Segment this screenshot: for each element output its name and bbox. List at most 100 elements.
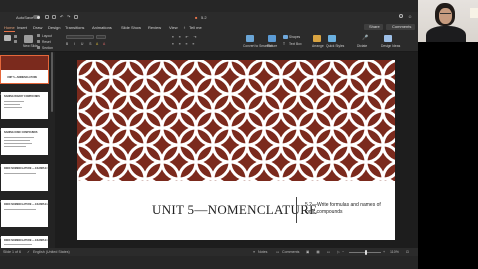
autosave-toggle[interactable] (33, 15, 40, 19)
search-icon[interactable] (399, 14, 403, 18)
comments-status-button[interactable]: Comments (282, 250, 299, 254)
microphone-icon[interactable]: 🎤 (362, 35, 368, 41)
save-icon[interactable] (52, 15, 56, 19)
tab-view[interactable]: View (169, 25, 178, 30)
video-panel-black (418, 42, 478, 269)
slide-title[interactable]: UNIT 5—NOMENCLATURE (152, 202, 317, 218)
thumb-text-line (4, 140, 30, 141)
picture-button[interactable]: Picture (267, 44, 277, 48)
thumb-title: NAMING IONIC COMPOUNDS (4, 131, 38, 134)
font-color-icon[interactable]: A (96, 42, 98, 46)
reset-button[interactable]: Reset (42, 40, 51, 44)
video-person-body (426, 26, 466, 42)
document-title: 5.2 (201, 15, 207, 20)
ribbon-tabs: Home Insert Draw Design Transitions Anim… (0, 23, 418, 32)
lightbulb-icon: ♀ (183, 25, 186, 30)
current-slide[interactable]: UNIT 5—NOMENCLATURE 5.2—Write formulas a… (77, 60, 395, 240)
slide-thumbnail-3[interactable]: NAMING IONIC COMPOUNDS (1, 128, 48, 155)
tell-me-search[interactable]: Tell me (189, 25, 202, 30)
file-icon: ■ (195, 15, 198, 20)
thumb-title: UNIT 5—NOMENCLATURE (7, 76, 38, 79)
thumb-text-line (4, 209, 36, 210)
zoom-out-icon[interactable]: − (342, 250, 344, 254)
font-name-field[interactable] (66, 35, 94, 39)
autosave-label: AutoSave (16, 15, 34, 20)
tab-animations[interactable]: Animations (92, 25, 112, 30)
fit-slide-icon[interactable]: ⊡ (406, 250, 409, 254)
thumbnail-scrollbar[interactable] (51, 52, 53, 112)
highlight-icon[interactable]: A (103, 42, 105, 46)
video-lamp (470, 8, 478, 18)
text-box-icon: T (283, 42, 286, 46)
design-ideas-button[interactable]: Design Ideas (381, 44, 400, 48)
thumb-title: IONIC NOMENCLATURE — EXAMPLE 3 (4, 239, 49, 242)
redo-icon[interactable]: ↷ (67, 14, 70, 19)
title-bar: AutoSave ↶ ↷ ■ 5.2 ☺ (0, 12, 418, 23)
tab-draw[interactable]: Draw (33, 25, 42, 30)
print-icon[interactable] (74, 15, 78, 19)
zoom-slider-handle[interactable] (365, 249, 367, 255)
section-button[interactable]: Section (42, 46, 53, 50)
new-slide-button[interactable]: New Slide (23, 44, 38, 48)
slide-subtitle[interactable]: 5.2—Write formulas and names of ionic co… (305, 202, 389, 215)
tab-design[interactable]: Design (48, 25, 60, 30)
slide-canvas: UNIT 5—NOMENCLATURE 5.2—Write formulas a… (55, 52, 418, 248)
slide-thumbnail-2[interactable]: NAMING BINARY COMPOUNDS (1, 92, 48, 119)
thumb-title: IONIC NOMENCLATURE — EXAMPLE 1 (4, 167, 49, 170)
notes-button[interactable]: Notes (258, 250, 267, 254)
slide-thumbnail-1[interactable]: UNIT 5—NOMENCLATURE (0, 55, 49, 84)
view-buttons[interactable]: ▣ ▦ ▭ ▷ (306, 250, 343, 254)
zoom-in-icon[interactable]: + (383, 250, 385, 254)
tab-review[interactable]: Review (148, 25, 161, 30)
tab-insert[interactable]: Insert (17, 25, 27, 30)
account-icon[interactable]: ☺ (408, 14, 412, 19)
arrange-icon[interactable] (313, 35, 321, 42)
new-slide-icon[interactable] (24, 35, 33, 43)
smartart-icon[interactable] (246, 35, 254, 42)
arrange-button[interactable]: Arrange (312, 44, 324, 48)
home-icon[interactable] (45, 15, 49, 19)
spellcheck-icon[interactable]: ✓ (27, 250, 30, 254)
zoom-level[interactable]: 110% (390, 250, 399, 254)
design-ideas-icon[interactable] (384, 35, 392, 42)
layout-button[interactable]: Layout (42, 34, 52, 38)
circle-pattern-background (77, 60, 395, 181)
ribbon-toolbar: New Slide Layout Reset Section B I U S A… (0, 32, 418, 52)
quick-styles-icon[interactable] (328, 35, 336, 42)
undo-icon[interactable]: ↶ (60, 14, 63, 19)
language-status[interactable]: English (United States) (33, 250, 70, 254)
video-person-glasses (440, 13, 451, 16)
thumb-text-line (4, 107, 22, 108)
tab-home[interactable]: Home (4, 25, 15, 32)
thumb-text-line (4, 104, 20, 105)
copy-icon[interactable] (14, 40, 17, 43)
slide-thumbnail-5[interactable]: IONIC NOMENCLATURE — EXAMPLE 2 (1, 200, 49, 227)
thumb-text-line (4, 137, 34, 138)
slide-thumbnail-4[interactable]: IONIC NOMENCLATURE — EXAMPLE 1 (1, 164, 49, 191)
notes-icon: ≡ (253, 249, 256, 254)
format-buttons[interactable]: B I U S (66, 42, 94, 46)
list-buttons[interactable]: ≡ ≡ ⇤ ⇥ (172, 35, 198, 39)
slide-thumbnail-6[interactable]: IONIC NOMENCLATURE — EXAMPLE 3 (1, 236, 49, 248)
picture-icon[interactable] (268, 35, 276, 42)
paste-icon[interactable] (4, 35, 11, 41)
thumb-text-line (4, 146, 26, 147)
section-icon (37, 46, 40, 49)
align-buttons[interactable]: ≡ ≡ ≡ ≡ (172, 42, 196, 46)
dictate-button[interactable]: Dictate (357, 44, 367, 48)
shapes-button[interactable]: Shapes (289, 35, 300, 39)
thumb-title: IONIC NOMENCLATURE — EXAMPLE 2 (4, 203, 49, 206)
share-button[interactable]: Share (364, 24, 383, 30)
cut-icon[interactable] (14, 35, 17, 38)
quick-styles-button[interactable]: Quick Styles (326, 44, 344, 48)
comments-button[interactable]: Comments (386, 24, 415, 30)
thumb-text-line (4, 173, 36, 174)
text-box-button[interactable]: Text Box (289, 42, 302, 46)
title-divider (296, 197, 297, 223)
thumb-pattern (1, 56, 48, 70)
tab-slide-show[interactable]: Slide Show (121, 25, 141, 30)
thumb-text-line (4, 101, 24, 102)
slide-count: Slide 1 of 6 (3, 249, 21, 254)
tab-transitions[interactable]: Transitions (65, 25, 84, 30)
font-size-field[interactable] (96, 35, 106, 39)
